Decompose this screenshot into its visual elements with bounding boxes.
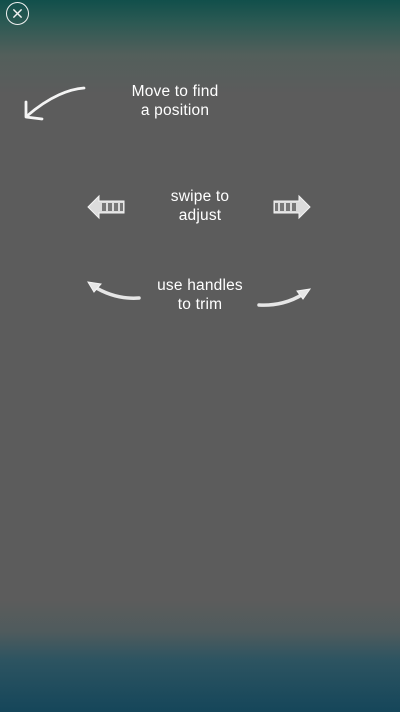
move-hint-line2: a position [140,102,210,119]
trim-hint: use handles to trim [130,276,270,314]
filmstrip-arrow-right-icon [273,194,311,220]
move-hint: Move to find a position [110,82,240,120]
curved-arrow-left-icon [24,86,86,121]
handle-arrow-left-icon [87,281,141,300]
filmstrip-arrow-left-icon [87,194,125,220]
swipe-hint-line2: adjust [178,207,222,224]
swipe-hint-line1: swipe to [170,188,230,205]
trim-hint-line2: to trim [177,296,223,313]
swipe-hint: swipe to adjust [138,187,262,225]
move-hint-line1: Move to find [131,83,219,100]
trim-hint-line1: use handles [157,277,243,294]
handle-arrow-right-icon [257,288,312,307]
close-button[interactable] [6,2,29,25]
close-icon [13,9,22,18]
